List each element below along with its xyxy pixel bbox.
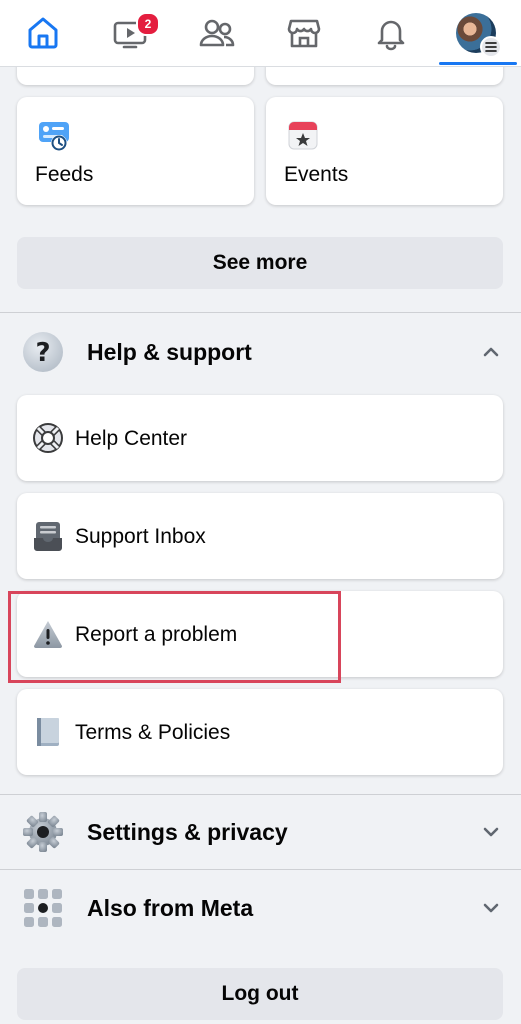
apps-grid-icon [24,889,62,927]
menu-lines-icon [480,36,502,58]
home-icon [28,17,58,49]
section-title: Also from Meta [87,895,254,921]
friends-tab[interactable] [181,0,253,66]
active-tab-indicator [439,62,517,65]
gear-icon [23,812,63,852]
shortcut-label: Feeds [35,163,94,186]
divider [0,312,521,313]
highlight-box [8,591,341,683]
settings-privacy-header[interactable]: Settings & privacy [0,800,521,864]
chevron-down-icon [483,827,499,837]
chevron-down-icon [483,903,499,913]
inbox-tray-icon [34,522,62,551]
divider [0,794,521,795]
home-tab[interactable] [7,0,79,66]
video-notification-badge: 2 [136,12,160,36]
item-label: Terms & Policies [75,721,231,744]
shortcut-feeds[interactable]: Feeds [17,97,254,205]
marketplace-tab[interactable] [268,0,340,66]
help-center-item[interactable]: Help Center [17,395,503,481]
help-support-header[interactable]: ? Help & support [0,320,521,384]
feeds-icon [39,122,69,151]
top-navigation-bar: 2 [0,0,521,67]
shortcut-label: Events [284,163,349,186]
lifebuoy-icon [33,423,63,453]
support-inbox-item[interactable]: Support Inbox [17,493,503,579]
friends-icon [199,19,235,47]
svg-text:?: ? [35,338,50,368]
terms-policies-item[interactable]: Terms & Policies [17,689,503,775]
calendar-star-icon [288,121,318,150]
bell-icon [377,20,405,51]
section-title: Settings & privacy [87,819,288,845]
chevron-up-icon [483,347,499,357]
section-title: Help & support [87,339,252,365]
book-icon [37,718,59,746]
item-label: Support Inbox [75,525,206,548]
shortcut-events[interactable]: Events [266,97,503,205]
also-from-meta-header[interactable]: Also from Meta [0,876,521,940]
divider [0,869,521,870]
see-more-button[interactable]: See more [17,237,503,289]
notifications-tab[interactable] [355,0,427,66]
logout-button[interactable]: Log out [17,968,503,1020]
item-label: Help Center [75,427,188,450]
marketplace-icon [287,19,321,48]
question-icon: ? [23,332,63,372]
